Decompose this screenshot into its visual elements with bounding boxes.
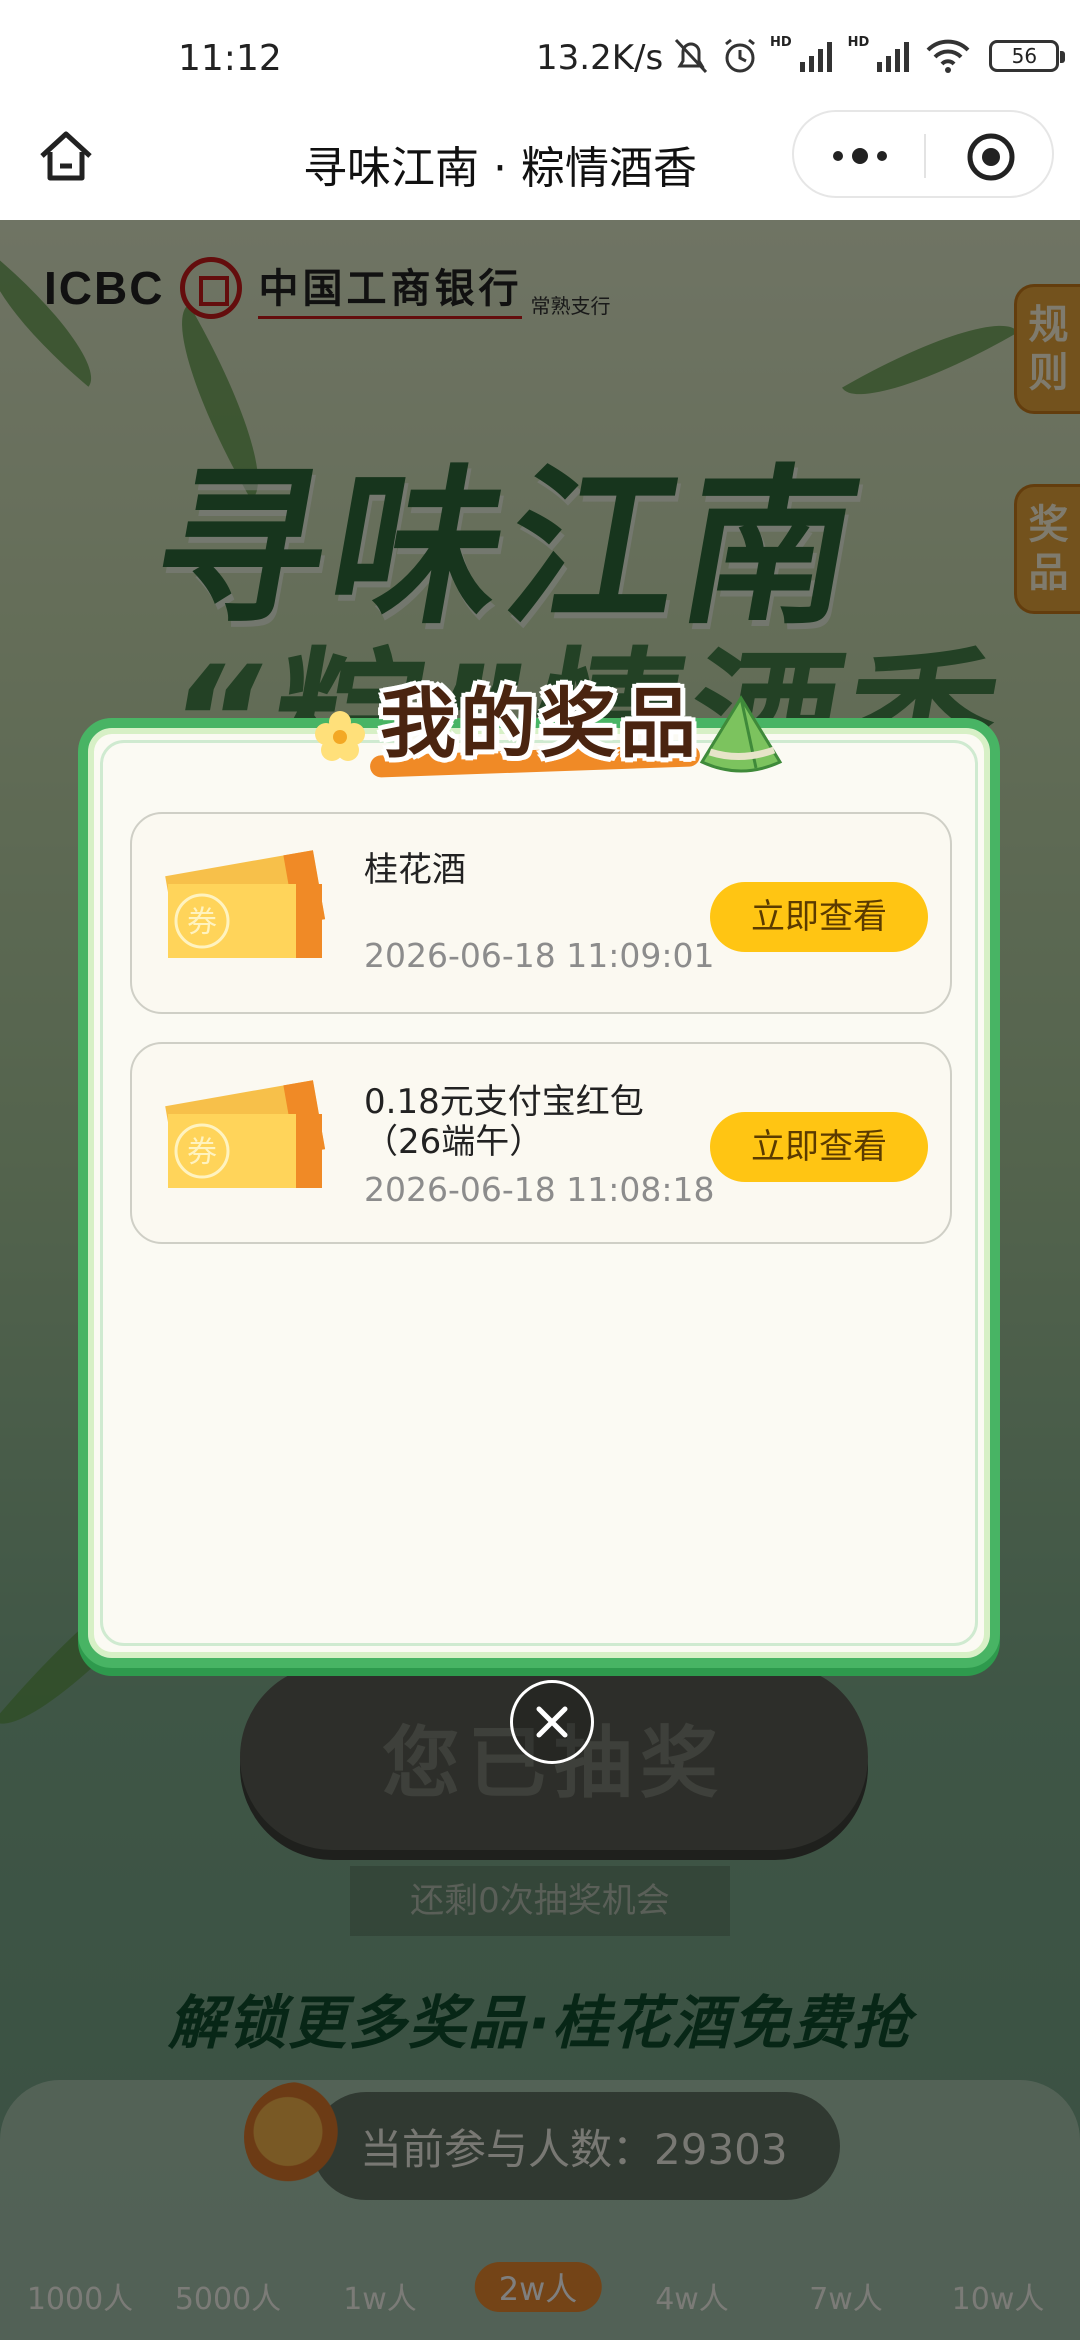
more-icon[interactable] <box>824 134 896 178</box>
prize-time: 2026-06-18 11:09:01 <box>364 936 715 975</box>
view-prize-button[interactable]: 立即查看 <box>710 882 928 952</box>
signal-icon <box>799 42 832 72</box>
battery-icon: 56 <box>989 40 1066 72</box>
prize-name-line1: 0.18元支付宝红包 <box>364 1082 644 1122</box>
exit-miniprogram-icon[interactable] <box>966 132 1016 182</box>
alarm-icon <box>725 38 755 73</box>
prize-card: 券 0.18元支付宝红包 （26端午） 2026-06-18 11:08:18 … <box>130 1042 952 1244</box>
view-prize-button[interactable]: 立即查看 <box>710 1112 928 1182</box>
mute-bell-icon <box>674 38 708 74</box>
prize-name: 桂花酒 <box>364 850 466 890</box>
close-modal-button[interactable] <box>510 1680 594 1764</box>
prize-name: 0.18元支付宝红包 （26端午） <box>364 1082 644 1162</box>
coupon-char: 券 <box>187 905 217 940</box>
modal-title-banner: 我的奖品 <box>300 652 783 802</box>
capsule-menu <box>792 110 1054 198</box>
prize-name-line2: （26端午） <box>364 1122 544 1162</box>
coupon-char: 券 <box>187 1135 217 1170</box>
osmanthus-flower-icon <box>315 711 365 761</box>
network-speed: 13.2K/s <box>536 38 664 78</box>
close-icon <box>536 1706 568 1738</box>
status-bar: 11:12 13.2K/s HD HD 56 <box>0 0 1080 110</box>
prize-card: 券 桂花酒 2026-06-18 11:09:01 立即查看 <box>130 812 952 1014</box>
modal-title: 我的奖品 <box>380 679 700 768</box>
wifi-icon <box>926 39 970 73</box>
status-time: 11:12 <box>178 38 282 79</box>
zongzi-icon <box>699 695 783 773</box>
battery-level: 56 <box>1011 44 1038 68</box>
hd-label-2: HD <box>847 34 870 50</box>
signal-icon-2 <box>877 42 910 72</box>
coupon-icon: 券 <box>165 1080 326 1188</box>
mini-program-navbar: 寻味江南 · 粽情酒香 <box>0 110 1080 220</box>
prize-time: 2026-06-18 11:08:18 <box>364 1170 715 1209</box>
hd-label: HD <box>770 34 792 50</box>
capsule-divider <box>924 134 926 178</box>
status-icons: HD HD 56 <box>672 34 1066 76</box>
coupon-icon: 券 <box>165 850 326 958</box>
